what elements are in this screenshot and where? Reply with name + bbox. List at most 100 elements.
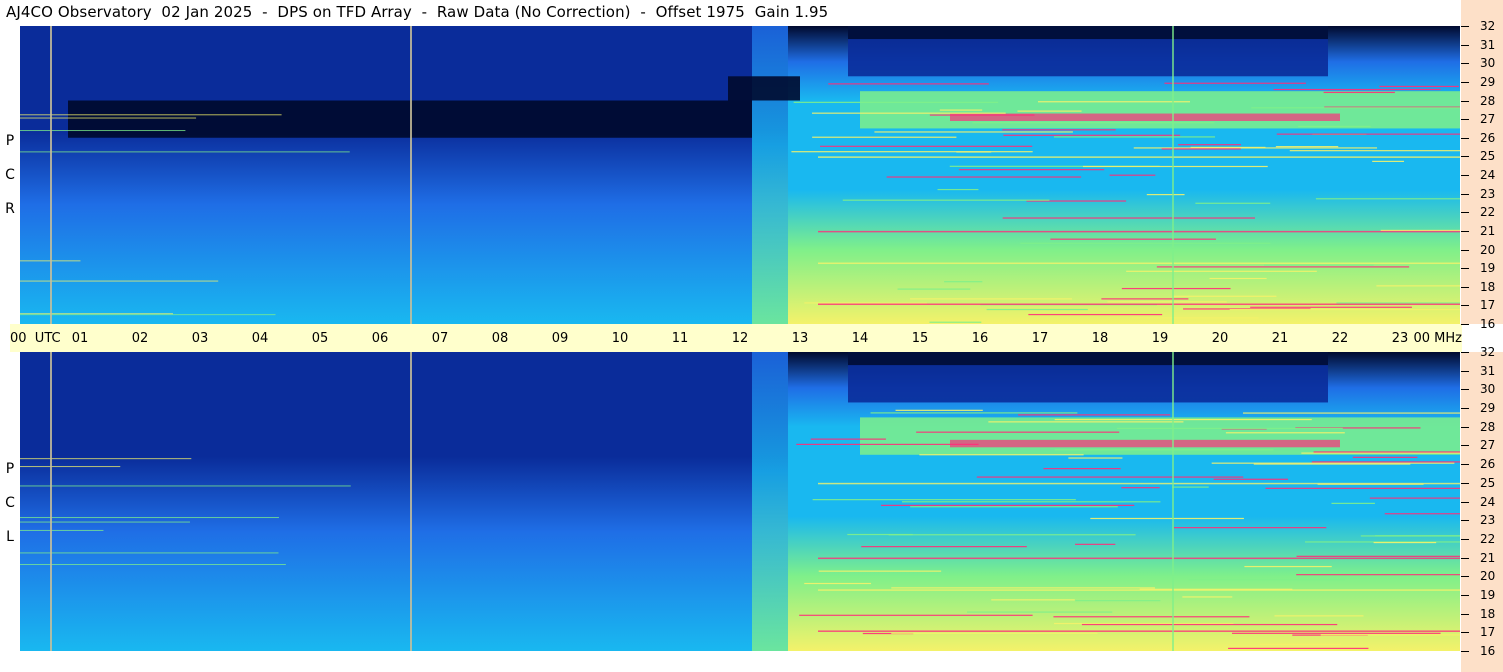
- night-streak: [20, 485, 351, 487]
- interference-streak: [1209, 277, 1267, 280]
- time-tick-label: 00 MHz: [1413, 331, 1463, 346]
- interference-streak: [793, 101, 999, 103]
- freq-tick-mark: [1461, 81, 1469, 83]
- interference-streak: [1037, 101, 1191, 103]
- interference-streak: [1131, 317, 1259, 319]
- time-tick-label: 11: [671, 331, 689, 346]
- time-tick-label: 03: [191, 331, 209, 346]
- interference-streak: [1369, 497, 1460, 499]
- carrier-line: [818, 482, 1460, 485]
- interference-streak: [796, 443, 979, 445]
- freq-tick-mark: [1461, 651, 1469, 652]
- time-tick-label: 17: [1031, 331, 1049, 346]
- interference-streak: [1320, 634, 1460, 636]
- freq-tick-label: 20: [1480, 569, 1496, 584]
- interference-streak: [891, 632, 1098, 634]
- interference-streak: [1253, 463, 1411, 465]
- freq-tick-mark: [1461, 305, 1469, 307]
- freq-tick-label: 29: [1480, 74, 1496, 89]
- interference-streak: [1053, 136, 1216, 138]
- freq-tick-label: 21: [1480, 223, 1496, 238]
- carrier-line: [818, 230, 1460, 233]
- interference-streak: [972, 122, 1215, 124]
- freq-tick-label: 20: [1480, 242, 1496, 257]
- interference-streak: [1116, 427, 1343, 430]
- interference-streak: [1336, 302, 1460, 304]
- interference-streak: [1182, 596, 1233, 598]
- interference-streak: [967, 611, 1113, 613]
- interference-streak: [842, 199, 1050, 201]
- interference-streak: [1003, 134, 1181, 136]
- interference-streak: [1311, 461, 1460, 463]
- interference-streak: [1053, 616, 1250, 618]
- freq-tick-mark: [1461, 44, 1469, 46]
- freq-tick-mark: [1461, 520, 1469, 522]
- freq-tick-label: 22: [1480, 531, 1496, 546]
- interference-streak: [1178, 144, 1242, 146]
- interference-streak: [1231, 632, 1441, 634]
- interference-streak: [1229, 308, 1460, 311]
- rcp-spectrogram: [20, 26, 1460, 324]
- night-region: [20, 352, 788, 651]
- interference-streak: [804, 302, 880, 304]
- chart-title: AJ4CO Observatory 02 Jan 2025 - DPS on T…: [6, 3, 829, 21]
- interference-streak: [812, 499, 1076, 501]
- freq-tick-mark: [1461, 464, 1469, 466]
- rcp-frequency-axis: 32 31 30 29 28 27 26 25 24 23 22 21 20 19 18 17 16: [1461, 0, 1503, 331]
- freq-tick-label: 16: [1480, 644, 1496, 658]
- carrier-line: [818, 156, 1460, 158]
- interference-streak: [1195, 202, 1271, 204]
- top-dark-block: [848, 26, 1328, 40]
- night-streak: [20, 313, 173, 315]
- night-streak: [20, 117, 197, 119]
- freq-tick-mark: [1461, 501, 1469, 503]
- interference-streak: [1109, 174, 1156, 176]
- vertical-marker: [50, 26, 52, 324]
- freq-tick-mark: [1461, 63, 1469, 65]
- interference-streak: [804, 582, 872, 585]
- interference-streak: [1260, 643, 1341, 645]
- vertical-marker: [50, 352, 52, 651]
- interference-streak: [929, 114, 1035, 116]
- interference-streak: [1090, 517, 1244, 520]
- freq-tick-mark: [1461, 26, 1469, 27]
- rcp-letter-r: R: [5, 201, 15, 217]
- interference-streak: [1372, 160, 1404, 162]
- lcp-spectrogram-panel: [20, 352, 1460, 651]
- rcp-letter-p: P: [5, 133, 15, 149]
- interference-streak: [1384, 513, 1460, 515]
- interference-streak: [916, 431, 1120, 433]
- interference-streak: [1323, 91, 1395, 94]
- freq-tick-mark: [1461, 230, 1469, 232]
- night-streak: [20, 529, 104, 531]
- interference-streak: [799, 614, 1033, 616]
- freq-tick-mark: [1461, 594, 1469, 596]
- freq-tick-label: 17: [1480, 298, 1496, 313]
- interference-streak: [895, 409, 983, 411]
- interference-streak: [1075, 600, 1161, 602]
- interference-streak: [902, 501, 1161, 503]
- interference-streak: [1126, 270, 1317, 272]
- rcp-side-label: P C R: [0, 124, 20, 226]
- time-tick-label: 16: [971, 331, 989, 346]
- interference-streak: [959, 169, 1105, 171]
- freq-tick-label: 25: [1480, 149, 1496, 164]
- interference-streak: [1352, 456, 1418, 458]
- interference-streak: [1075, 543, 1116, 545]
- freq-tick-label: 28: [1480, 419, 1496, 434]
- lcp-letter-c: C: [5, 495, 15, 511]
- interference-streak: [1054, 449, 1274, 451]
- freq-tick-label: 27: [1480, 438, 1496, 453]
- interference-streak: [1315, 198, 1460, 200]
- freq-tick-label: 23: [1480, 186, 1496, 201]
- interference-streak: [1190, 146, 1266, 149]
- interference-streak: [1296, 574, 1460, 576]
- interference-streak: [1298, 125, 1371, 128]
- night-streak: [20, 521, 190, 523]
- interference-streak: [919, 454, 1084, 456]
- interference-streak: [1002, 217, 1255, 219]
- night-streak: [20, 130, 186, 132]
- freq-tick-mark: [1461, 482, 1469, 484]
- freq-tick-label: 30: [1480, 382, 1496, 397]
- interference-streak: [988, 421, 1184, 423]
